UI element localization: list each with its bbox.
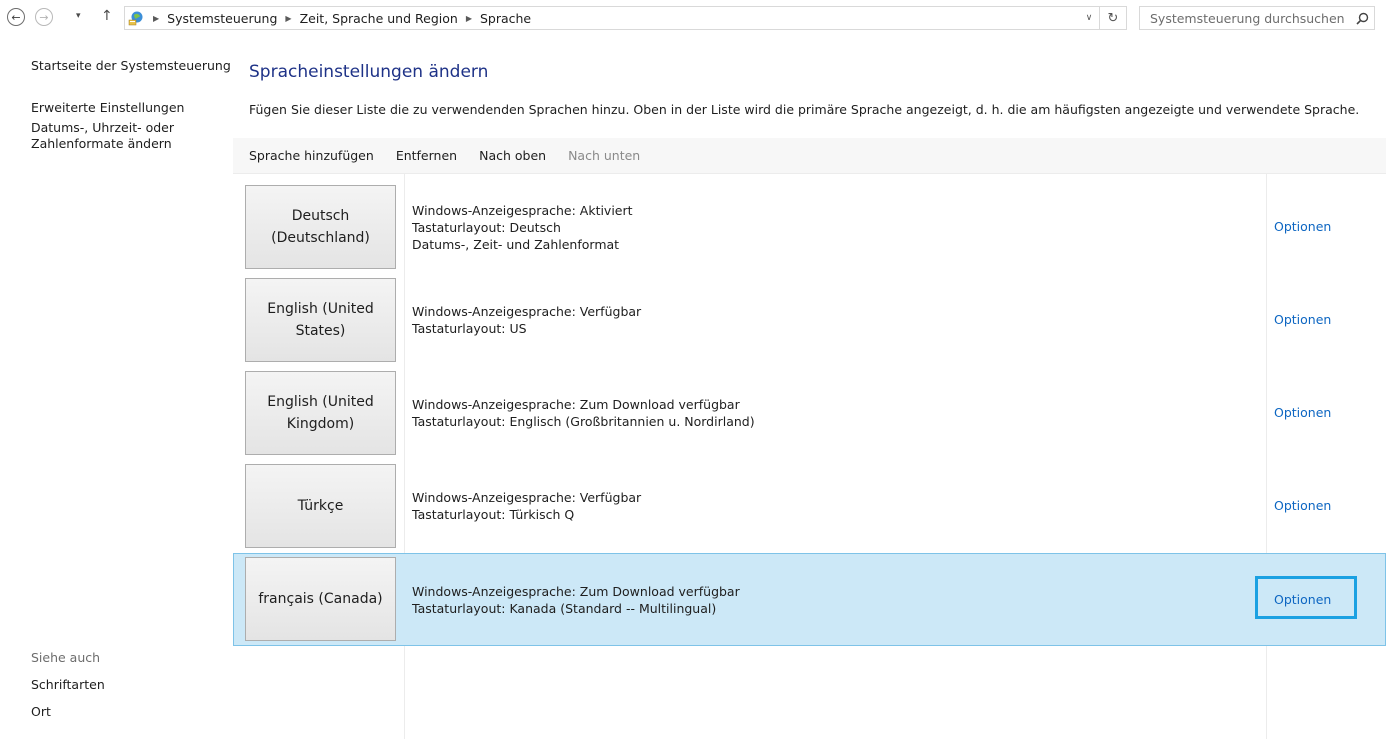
control-panel-icon xyxy=(127,9,145,27)
forward-button[interactable]: → xyxy=(35,8,53,26)
format-info: Datums-, Zeit- und Zahlenformat xyxy=(412,237,620,252)
recent-locations-dropdown-icon[interactable]: ▾ xyxy=(76,11,81,21)
language-name-line2: (Deutschland) xyxy=(271,230,370,246)
keyboard-layout: Tastaturlayout: Türkisch Q xyxy=(412,507,575,522)
breadcrumb-separator-icon: ▶ xyxy=(153,13,160,23)
breadcrumb-zeit-sprache-region[interactable]: Zeit, Sprache und Region xyxy=(300,11,458,26)
move-down-button: Nach unten xyxy=(568,148,641,163)
add-language-button[interactable]: Sprache hinzufügen xyxy=(249,148,374,163)
language-name-line2: States) xyxy=(295,323,346,339)
language-details: Windows-Anzeigesprache: Aktiviert Tastat… xyxy=(412,202,633,253)
address-bar-area: ← → ▾ ↑ ▶ Systemsteuerung ▶ Zeit, Sprach… xyxy=(0,0,1386,38)
keyboard-layout: Tastaturlayout: Deutsch xyxy=(412,220,561,235)
language-name-line1: Deutsch xyxy=(291,208,350,224)
keyboard-layout: Tastaturlayout: Englisch (Großbritannien… xyxy=(412,414,755,429)
address-actions: ∨ ↻ xyxy=(1079,7,1126,29)
back-button[interactable]: ← xyxy=(7,8,25,26)
language-tile[interactable]: Türkçe xyxy=(245,464,396,548)
move-up-button[interactable]: Nach oben xyxy=(479,148,546,163)
language-row-deutsch[interactable]: Deutsch (Deutschland) Windows-Anzeigespr… xyxy=(233,182,1386,271)
options-link[interactable]: Optionen xyxy=(1274,312,1331,327)
language-row-turkce[interactable]: Türkçe Windows-Anzeigesprache: Verfügbar… xyxy=(233,461,1386,550)
address-field[interactable]: ▶ Systemsteuerung ▶ Zeit, Sprache und Re… xyxy=(124,6,1127,30)
back-arrow-icon: ← xyxy=(11,10,21,24)
language-details: Windows-Anzeigesprache: Verfügbar Tastat… xyxy=(412,489,641,523)
language-row-english-uk[interactable]: English (United Kingdom) Windows-Anzeige… xyxy=(233,368,1386,457)
refresh-icon[interactable]: ↻ xyxy=(1100,11,1126,26)
language-details: Windows-Anzeigesprache: Zum Download ver… xyxy=(412,396,755,430)
sidebar-link-home[interactable]: Startseite der Systemsteuerung xyxy=(31,58,231,74)
sidebar-link-fonts[interactable]: Schriftarten xyxy=(31,677,105,693)
language-name: français (Canada) xyxy=(258,591,383,607)
sidebar-link-change-formats[interactable]: Datums-, Uhrzeit- oder Zahlenformate änd… xyxy=(31,120,231,152)
sidebar-link-location[interactable]: Ort xyxy=(31,704,105,720)
search-icon[interactable] xyxy=(1350,12,1374,25)
display-language-status: Windows-Anzeigesprache: Zum Download ver… xyxy=(412,584,740,599)
forward-arrow-icon: → xyxy=(39,10,49,24)
language-tile[interactable]: français (Canada) xyxy=(245,557,396,641)
display-language-status: Windows-Anzeigesprache: Verfügbar xyxy=(412,490,642,505)
options-link[interactable]: Optionen xyxy=(1274,219,1331,234)
language-details: Windows-Anzeigesprache: Zum Download ver… xyxy=(412,583,740,617)
search-box[interactable]: Systemsteuerung durchsuchen xyxy=(1139,6,1375,30)
language-name-line2: Kingdom) xyxy=(286,416,355,432)
language-name-line1: English (United xyxy=(267,394,374,410)
display-language-status: Windows-Anzeigesprache: Verfügbar xyxy=(412,304,642,319)
address-dropdown-icon[interactable]: ∨ xyxy=(1079,13,1099,23)
options-link[interactable]: Optionen xyxy=(1274,405,1331,420)
breadcrumb-separator-icon[interactable]: ▶ xyxy=(285,14,291,23)
sidebar: Startseite der Systemsteuerung Erweitert… xyxy=(31,58,231,152)
language-tile[interactable]: English (United Kingdom) xyxy=(245,371,396,455)
sidebar-link-formats-line1: Datums-, Uhrzeit- oder xyxy=(31,120,174,135)
remove-language-button[interactable]: Entfernen xyxy=(396,148,457,163)
breadcrumb-separator-icon[interactable]: ▶ xyxy=(466,14,472,23)
search-input[interactable]: Systemsteuerung durchsuchen xyxy=(1140,11,1350,26)
up-button[interactable]: ↑ xyxy=(101,8,113,24)
page-description: Fügen Sie dieser Liste die zu verwendend… xyxy=(249,102,1360,117)
breadcrumb-systemsteuerung[interactable]: Systemsteuerung xyxy=(167,11,277,26)
options-link[interactable]: Optionen xyxy=(1274,592,1331,607)
breadcrumb-sprache[interactable]: Sprache xyxy=(480,11,531,26)
language-name: Türkçe xyxy=(297,498,344,514)
display-language-status: Windows-Anzeigesprache: Zum Download ver… xyxy=(412,397,740,412)
language-row-english-us[interactable]: English (United States) Windows-Anzeiges… xyxy=(233,275,1386,364)
sidebar-link-advanced-settings[interactable]: Erweiterte Einstellungen xyxy=(31,100,231,116)
see-also-section: Siehe auch Schriftarten Ort xyxy=(31,650,105,720)
options-link[interactable]: Optionen xyxy=(1274,498,1331,513)
keyboard-layout: Tastaturlayout: Kanada (Standard -- Mult… xyxy=(412,601,717,616)
language-tile[interactable]: English (United States) xyxy=(245,278,396,362)
language-tile[interactable]: Deutsch (Deutschland) xyxy=(245,185,396,269)
language-name-line1: English (United xyxy=(267,301,374,317)
keyboard-layout: Tastaturlayout: US xyxy=(412,321,527,336)
language-row-francais-canada[interactable]: français (Canada) Windows-Anzeigesprache… xyxy=(233,553,1386,646)
page-title: Spracheinstellungen ändern xyxy=(249,62,489,82)
see-also-heading: Siehe auch xyxy=(31,650,101,665)
display-language-status: Windows-Anzeigesprache: Aktiviert xyxy=(412,203,633,218)
language-toolbar: Sprache hinzufügen Entfernen Nach oben N… xyxy=(233,138,1386,174)
sidebar-link-formats-line2: Zahlenformate ändern xyxy=(31,136,172,151)
language-details: Windows-Anzeigesprache: Verfügbar Tastat… xyxy=(412,303,641,337)
